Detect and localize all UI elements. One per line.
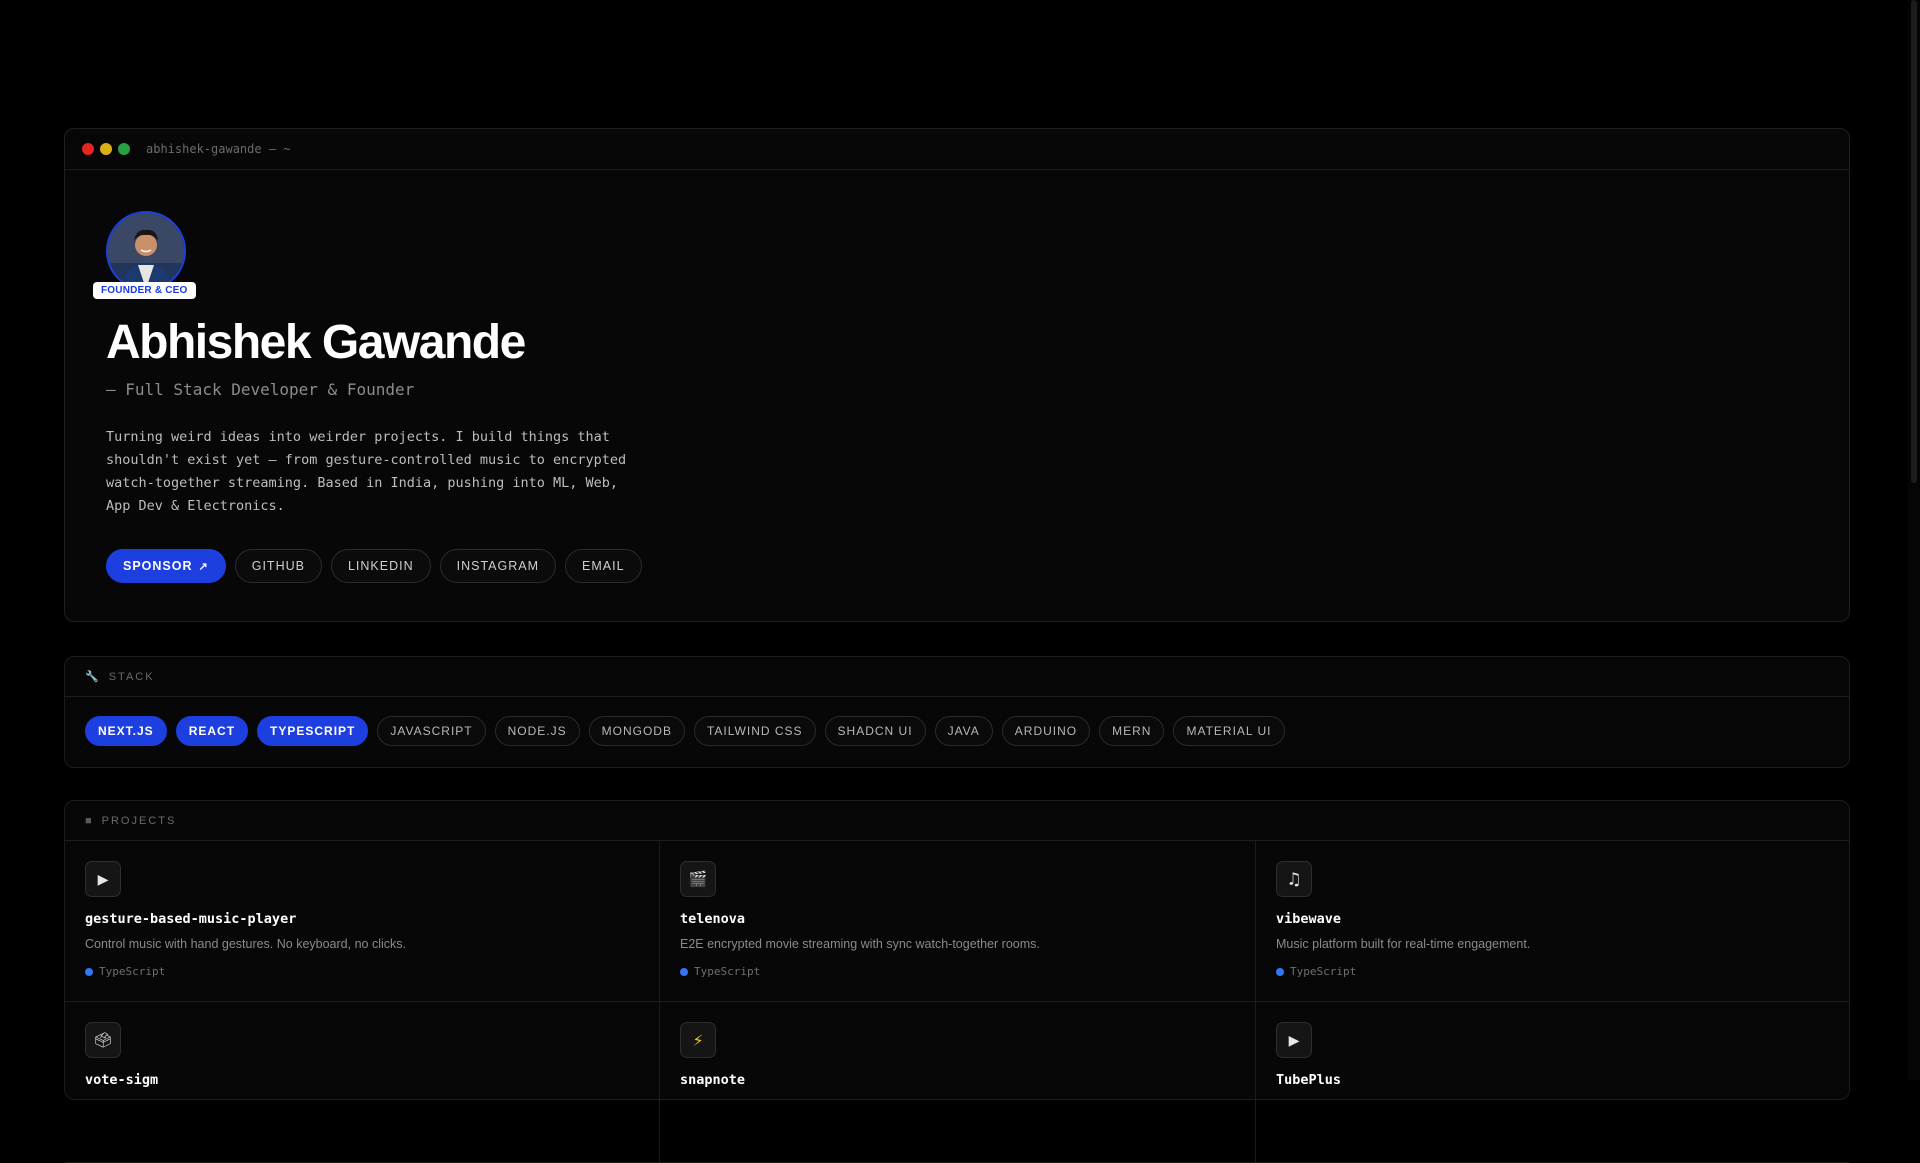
instagram-link[interactable]: INSTAGRAM [439,549,557,583]
stack-chip-javascript[interactable]: JAVASCRIPT [377,716,486,746]
sponsor-button[interactable]: SPONSOR ↗ [106,549,226,583]
profile-subtitle: — Full Stack Developer & Founder [106,380,415,399]
project-language: TypeScript [85,965,165,978]
profile-bio: Turning weird ideas into weirder project… [106,429,627,514]
window-title: abhishek-gawande — ~ [146,142,291,156]
email-link[interactable]: EMAIL [565,549,642,583]
play-icon: ▶ [1276,1022,1312,1058]
project-card[interactable]: 🗳 vote-sigm [65,1002,660,1163]
project-title[interactable]: vote-sigm [85,1072,158,1088]
language-label: TypeScript [99,965,166,978]
lightning-icon: ⚡ [680,1022,716,1058]
project-card[interactable]: 🎬 telenova E2E encrypted movie streaming… [660,841,1256,1002]
project-card[interactable]: ▶ TubePlus [1256,1002,1849,1163]
project-title[interactable]: vibewave [1276,911,1341,927]
play-icon: ▶ [85,861,121,897]
linkedin-link[interactable]: LINKEDIN [330,549,431,583]
stack-chip-mongodb[interactable]: MONGODB [588,716,685,746]
maximize-dot[interactable] [118,143,130,155]
stack-chip-mern[interactable]: MERN [1099,716,1165,746]
arrow-up-right-icon: ↗ [198,560,209,573]
project-description: E2E encrypted movie streaming with sync … [680,937,1040,951]
stack-header: 🔧 STACK [65,657,1849,697]
stack-chip-nextjs[interactable]: NEXT.JS [85,716,167,746]
stack-chip-arduino[interactable]: ARDUINO [1001,716,1091,746]
role-badge: FOUNDER & CEO [93,282,196,299]
avatar [106,211,186,291]
project-card[interactable]: ⚡ snapnote [660,1002,1256,1163]
ballot-box-icon: 🗳 [85,1022,121,1058]
avatar-photo-icon [108,213,184,289]
stack-chip-tailwind[interactable]: TAILWIND CSS [693,716,816,746]
project-description: Music platform built for real-time engag… [1276,937,1531,951]
projects-grid: ▶ gesture-based-music-player Control mus… [65,841,1849,1163]
stack-chip-java[interactable]: JAVA [934,716,993,746]
github-link[interactable]: GITHUB [234,549,322,583]
close-dot[interactable] [82,143,94,155]
square-icon: ■ [85,814,94,827]
social-links: SPONSOR ↗ GITHUB LINKEDIN INSTAGRAM EMAI… [106,549,642,583]
stack-panel: 🔧 STACK NEXT.JS REACT TYPESCRIPT JAVASCR… [64,656,1850,768]
language-label: TypeScript [694,965,761,978]
project-title[interactable]: telenova [680,911,745,927]
project-title[interactable]: snapnote [680,1072,745,1088]
language-dot-icon [85,967,93,976]
project-title[interactable]: gesture-based-music-player [85,911,296,927]
stack-chip-material-ui[interactable]: MATERIAL UI [1173,716,1285,746]
stack-chip-typescript[interactable]: TYPESCRIPT [257,716,369,746]
projects-header: ■ PROJECTS [65,801,1849,841]
clapperboard-icon: 🎬 [680,861,716,897]
project-language: TypeScript [1276,965,1356,978]
project-language: TypeScript [680,965,760,978]
scrollbar-thumb[interactable] [1911,0,1917,483]
sponsor-label: SPONSOR [123,559,193,573]
scrollbar-track[interactable] [1908,0,1920,1080]
stack-chip-react[interactable]: REACT [175,716,249,746]
stack-chips: NEXT.JS REACT TYPESCRIPT JAVASCRIPT NODE… [85,716,1285,746]
language-dot-icon [680,967,688,976]
stack-chip-nodejs[interactable]: NODE.JS [494,716,580,746]
avatar-block: FOUNDER & CEO [93,211,196,299]
project-description: Control music with hand gestures. No key… [85,937,406,951]
music-note-icon: ♫ [1276,861,1312,897]
project-card[interactable]: ▶ gesture-based-music-player Control mus… [65,841,660,1002]
stack-heading: STACK [108,670,155,683]
projects-heading: PROJECTS [101,814,177,827]
window-titlebar: abhishek-gawande — ~ [65,129,1849,170]
project-card[interactable]: ♫ vibewave Music platform built for real… [1256,841,1849,1002]
stack-chip-shadcn[interactable]: SHADCN UI [824,716,926,746]
minimize-dot[interactable] [100,143,112,155]
wrench-icon: 🔧 [85,671,101,683]
profile-name: Abhishek Gawande [106,316,526,369]
profile-window: abhishek-gawande — ~ FOUNDER & CEO Abhis… [64,128,1850,622]
project-title[interactable]: TubePlus [1276,1072,1341,1088]
language-dot-icon [1276,967,1284,976]
projects-panel: ■ PROJECTS ▶ gesture-based-music-player … [64,800,1850,1163]
language-label: TypeScript [1290,965,1357,978]
